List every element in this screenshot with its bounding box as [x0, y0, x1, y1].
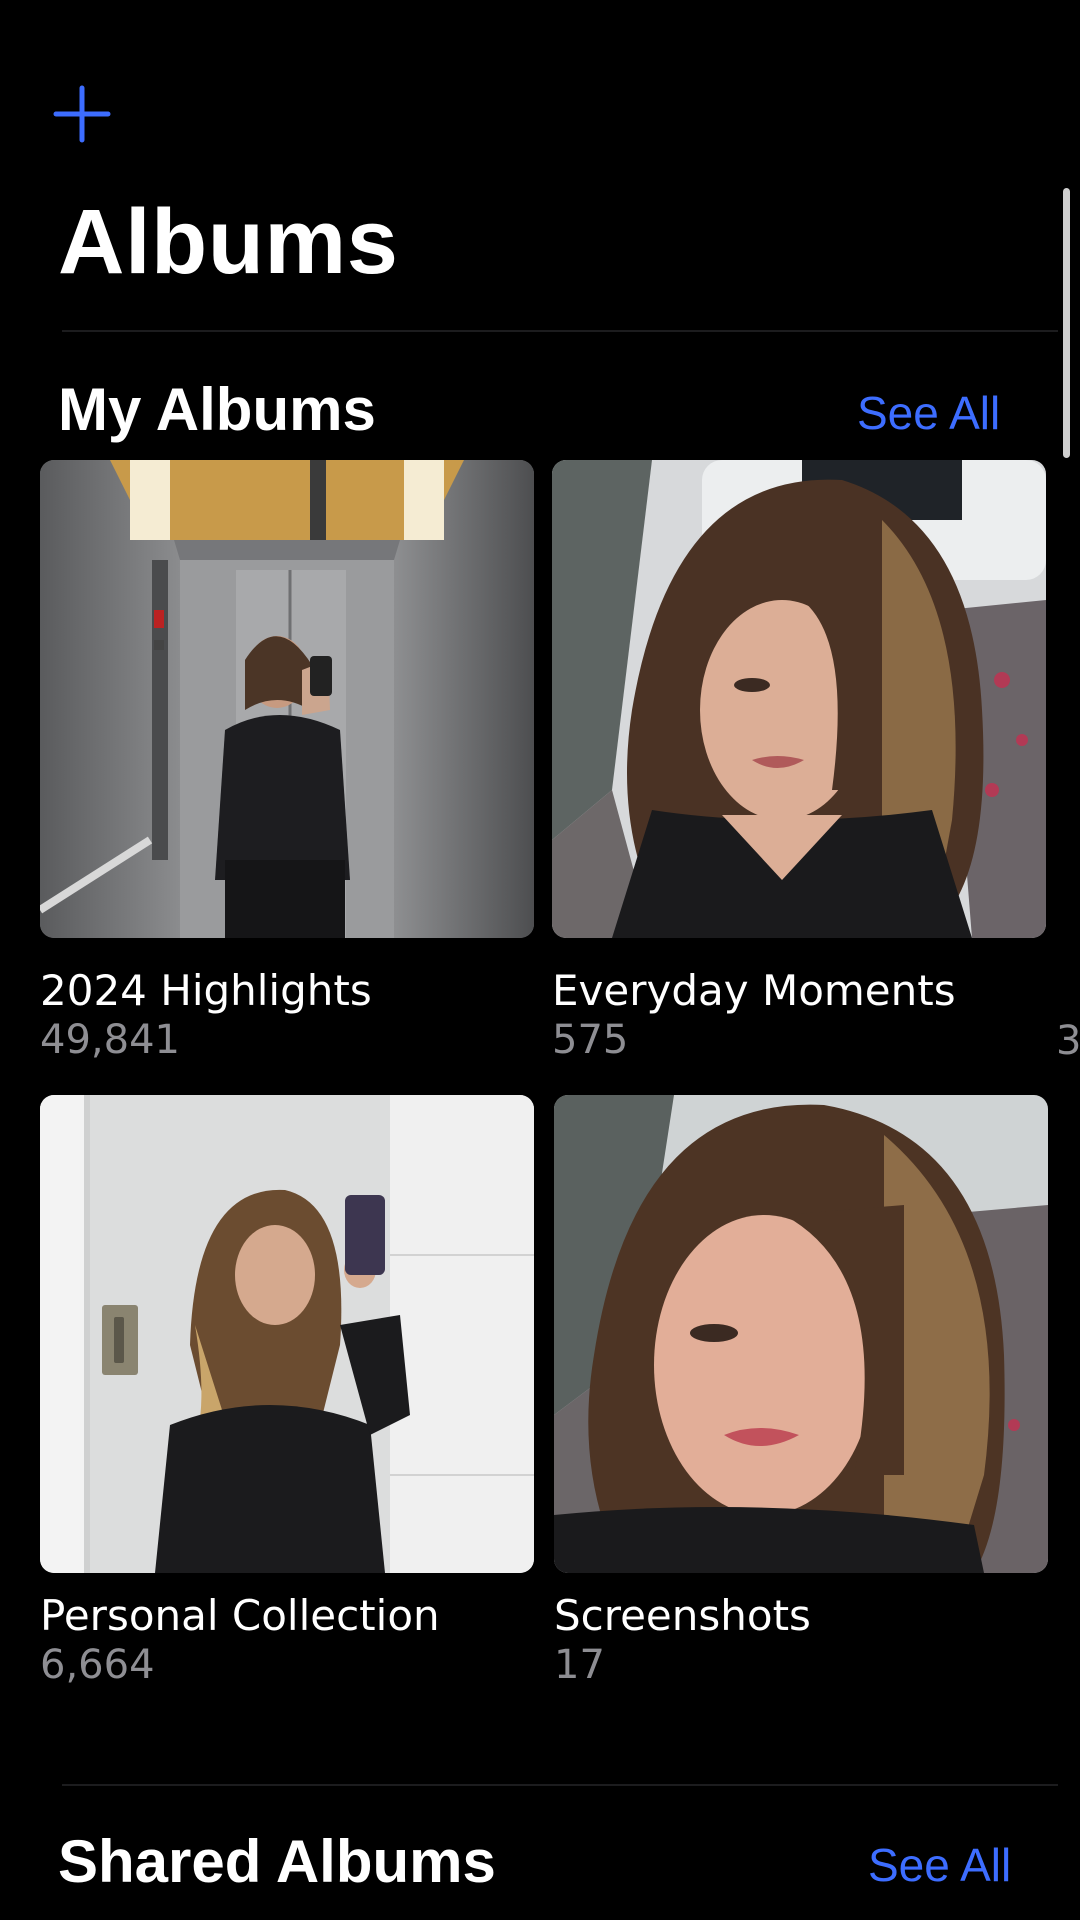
album-card-screenshots[interactable]: Screenshots 17 — [554, 1095, 1048, 1685]
album-thumbnail[interactable] — [552, 460, 1046, 938]
album-card-everyday-moments[interactable]: Everyday Moments 575 — [552, 460, 1046, 1060]
page-title: Albums — [58, 191, 399, 293]
section-title-my-albums: My Albums — [58, 376, 376, 443]
album-name: Screenshots — [554, 1591, 811, 1640]
divider — [62, 1784, 1058, 1786]
album-count: 49,841 — [40, 1017, 180, 1063]
album-card-2024-highlights[interactable]: 2024 Highlights 49,841 — [40, 460, 534, 1060]
album-count: 6,664 — [40, 1642, 155, 1688]
section-title-shared-albums: Shared Albums — [58, 1828, 496, 1895]
album-count-peek: 3 — [1056, 1018, 1080, 1064]
album-count: 575 — [552, 1017, 629, 1063]
album-name: Everyday Moments — [552, 966, 956, 1015]
album-thumbnail[interactable] — [40, 1095, 534, 1573]
see-all-shared-albums-button[interactable]: See All — [868, 1842, 1011, 1888]
see-all-my-albums-button[interactable]: See All — [857, 390, 1000, 436]
album-card-personal-collection[interactable]: Personal Collection 6,664 — [40, 1095, 534, 1685]
divider — [62, 330, 1058, 332]
album-name: 2024 Highlights — [40, 966, 372, 1015]
album-count: 17 — [554, 1642, 605, 1688]
album-thumbnail[interactable] — [554, 1095, 1048, 1573]
add-album-button[interactable] — [52, 84, 112, 144]
plus-icon — [53, 85, 111, 143]
album-thumbnail[interactable] — [40, 460, 534, 938]
scrollbar[interactable] — [1063, 188, 1070, 458]
album-name: Personal Collection — [40, 1591, 440, 1640]
